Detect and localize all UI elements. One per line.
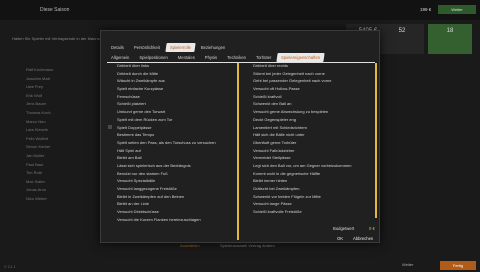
help-text: Halten Sie Spieler mit Vertragsende in d… bbox=[12, 36, 110, 41]
trait-option[interactable]: Schießt kraftvoll bbox=[247, 93, 373, 101]
tab-bar-primary: Details Persönlichkeit Spielerrolle Bezi… bbox=[107, 43, 229, 52]
player-list: Ralf Kochmann Joachim Matt Uwe Frey Erik… bbox=[8, 66, 100, 204]
list-item[interactable]: Jonas Arno bbox=[8, 186, 100, 195]
trait-option[interactable]: Dribbelt über links bbox=[111, 62, 233, 70]
trait-option[interactable]: Überläuft gerne Torhüter bbox=[247, 139, 373, 147]
trait-option[interactable]: Bleibt am Ball bbox=[111, 154, 233, 162]
trait-option[interactable]: Bleibt in Zweikämpfen auf den Beinen bbox=[111, 193, 233, 201]
tab-goalkeeper[interactable]: Torhüter bbox=[252, 53, 275, 62]
trait-option[interactable]: Geht bei passender Gelegenheit nach vorn… bbox=[247, 77, 373, 85]
trait-option[interactable]: Versucht Fallrückzieher bbox=[247, 147, 373, 155]
page-title: Diese Saison bbox=[40, 7, 70, 13]
list-item[interactable]: Nico Weber bbox=[8, 195, 100, 204]
trait-option[interactable]: Dribbelt über rechts bbox=[247, 62, 373, 70]
ok-button[interactable]: OK bbox=[337, 236, 343, 241]
tab-player-traits[interactable]: Spielereigenschaften bbox=[276, 53, 326, 62]
trait-option[interactable]: Schwenkt vor beiden Flügeln zur Mitte bbox=[247, 193, 373, 201]
list-item[interactable]: Simon Kerber bbox=[8, 143, 100, 152]
tab-bar-secondary: Allgemein Spielpositionen Mentales Physi… bbox=[107, 53, 326, 62]
trait-option[interactable]: Spielt mit dem Rücken zum Tor bbox=[111, 116, 233, 124]
cancel-button[interactable]: Abbrechen bbox=[353, 236, 373, 241]
trait-option[interactable]: Schwenkt den Ball an bbox=[247, 100, 373, 108]
money-display: 199 € bbox=[420, 7, 432, 12]
scrollbar-left[interactable] bbox=[237, 63, 239, 240]
list-item[interactable]: Ralf Kochmann bbox=[8, 66, 100, 75]
stat-box: 18 bbox=[428, 24, 472, 54]
trait-option[interactable]: Versucht langgezogene Freistöße bbox=[111, 185, 233, 193]
trait-option[interactable]: Umkurvt gerne den Torwart bbox=[111, 108, 233, 116]
trait-option[interactable]: Lamentiert mit Schiedsrichtern bbox=[247, 124, 373, 132]
tab-personality[interactable]: Persönlichkeit bbox=[130, 43, 164, 52]
tab-general[interactable]: Allgemein bbox=[107, 53, 133, 62]
trait-option[interactable]: Versucht Direktschüsse bbox=[111, 208, 233, 216]
list-item[interactable]: Paul Baur bbox=[8, 161, 100, 170]
list-item[interactable]: Felix Wolfert bbox=[8, 135, 100, 144]
trait-option[interactable]: Dribbelt durch die Mitte bbox=[111, 70, 233, 78]
list-item[interactable]: Tim Roth bbox=[8, 169, 100, 178]
trait-option[interactable]: Vermeidet Steilpässe bbox=[247, 154, 373, 162]
tab-relations[interactable]: Beziehungen bbox=[197, 43, 229, 52]
tab-positions[interactable]: Spielpositionen bbox=[135, 53, 171, 62]
trait-option[interactable]: Versucht lange Pässe bbox=[247, 200, 373, 208]
trait-option[interactable]: Wäscht in Zweikämpfe aus bbox=[111, 77, 233, 85]
list-item[interactable]: Joachim Matt bbox=[8, 75, 100, 84]
trait-option[interactable]: Spielt einfache Kurzpässe bbox=[111, 85, 233, 93]
traits-list-left: Dribbelt über links Dribbelt durch die M… bbox=[108, 62, 233, 224]
trait-option[interactable]: Schießt platziert bbox=[111, 100, 233, 108]
scrollbar-right[interactable] bbox=[375, 63, 377, 218]
tab-technique[interactable]: Techniken bbox=[223, 53, 250, 62]
select-link[interactable]: Auswählen bbox=[180, 243, 200, 248]
trait-option[interactable]: Versucht Spezialbälle bbox=[111, 177, 233, 185]
list-item[interactable]: Lars Kienzle bbox=[8, 126, 100, 135]
trait-option[interactable]: Versucht die Kurzen Flanken hereinzuschl… bbox=[111, 216, 233, 224]
list-item[interactable]: Max Saller bbox=[8, 178, 100, 187]
tab-physical[interactable]: Physis bbox=[201, 53, 221, 62]
trait-option[interactable]: Benutzt nur den starken Fuß bbox=[111, 170, 233, 178]
top-bar: Diese Saison 199 € Weiter bbox=[0, 0, 480, 20]
budget-value: 0 € bbox=[369, 226, 375, 231]
trait-option[interactable]: Fernschüsse bbox=[111, 93, 233, 101]
list-item[interactable]: Uwe Frey bbox=[8, 83, 100, 92]
trait-option[interactable]: Legt sich den Ball vor, um am Gegner vor… bbox=[247, 162, 373, 170]
list-item[interactable]: Jens Bauer bbox=[8, 100, 100, 109]
checkbox[interactable] bbox=[108, 125, 112, 130]
finish-button[interactable]: Fertig bbox=[440, 261, 476, 270]
list-item[interactable]: Thomas Koch bbox=[8, 109, 100, 118]
tab-player-role[interactable]: Spielerrolle bbox=[165, 43, 196, 52]
list-item[interactable]: Marco Neu bbox=[8, 118, 100, 127]
list-item[interactable]: Erik Wolf bbox=[8, 92, 100, 101]
trait-label: Spielt Doppelpässe bbox=[117, 124, 152, 130]
trait-option[interactable]: Versucht gerne Abwechslung zu bespielen bbox=[247, 108, 373, 116]
tab-mental[interactable]: Mentales bbox=[174, 53, 199, 62]
trait-option[interactable]: Deckt Gegenspieler eng bbox=[247, 116, 373, 124]
trait-option[interactable]: Hält sich die Bälle nicht unter bbox=[247, 131, 373, 139]
trait-option[interactable]: Bleibt an der Linie bbox=[111, 200, 233, 208]
list-item[interactable]: Jan Muller bbox=[8, 152, 100, 161]
player-traits-dialog: Details Persönlichkeit Spielerrolle Bezi… bbox=[100, 30, 380, 243]
trait-option[interactable]: Versucht oft Hollow-Passe bbox=[247, 85, 373, 93]
trait-option[interactable]: Lässt sich spielerisch aus der Bedrängni… bbox=[111, 162, 233, 170]
budget-label: Budgetwert bbox=[333, 226, 355, 231]
trait-option[interactable]: Kommt wohl in die gegnerische Hälfte bbox=[247, 170, 373, 178]
next-label: Weiter bbox=[402, 262, 414, 267]
trait-option[interactable]: Stürmt bei jeder Gelegenheit nach vorne bbox=[247, 70, 373, 78]
trait-option[interactable]: Grätscht bei Zweikämpfen bbox=[247, 185, 373, 193]
trait-option[interactable]: Spielt seiten den Pass, als den Torschus… bbox=[111, 139, 233, 147]
trait-option-checked[interactable]: Spielt Doppelpässe bbox=[108, 124, 233, 132]
traits-list-right: Dribbelt über rechts Stürmt bei jeder Ge… bbox=[247, 62, 373, 216]
tab-details[interactable]: Details bbox=[107, 43, 128, 52]
bottom-actions[interactable]: Spielerauswahl Vertrag ändern bbox=[220, 243, 275, 248]
version-label: V 21.1 bbox=[4, 264, 16, 269]
advance-button[interactable]: Weiter bbox=[438, 5, 476, 14]
trait-option[interactable]: Schießt kraftvolle Freistöße bbox=[247, 208, 373, 216]
stat-box: 52 bbox=[380, 24, 424, 54]
trait-option[interactable]: Bestimmt das Tempo bbox=[111, 131, 233, 139]
trait-option[interactable]: Hält Spiel auf bbox=[111, 147, 233, 155]
trait-option[interactable]: Bleibt immer hinten bbox=[247, 177, 373, 185]
